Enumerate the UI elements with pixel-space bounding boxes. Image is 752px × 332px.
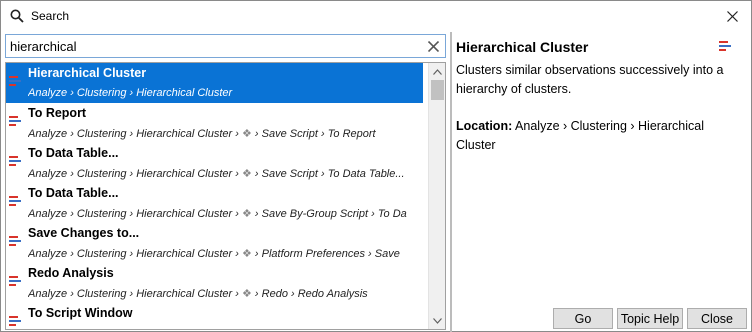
- search-icon: [10, 9, 24, 23]
- platform-icon: [9, 276, 21, 286]
- platform-icon: [9, 316, 21, 326]
- platform-icon: [9, 236, 21, 246]
- result-path: Analyze › Clustering › Hierarchical Clus…: [28, 168, 405, 180]
- result-item[interactable]: To Data Table... Analyze › Clustering › H…: [6, 143, 423, 183]
- pane-splitter[interactable]: [450, 32, 452, 332]
- platform-icon: [719, 41, 731, 51]
- result-title: Redo Analysis: [28, 266, 114, 280]
- search-box: [5, 34, 446, 58]
- platform-icon: [9, 156, 21, 166]
- result-item[interactable]: Save Changes to... Analyze › Clustering ›…: [6, 223, 423, 263]
- result-item[interactable]: Redo Analysis Analyze › Clustering › Hier…: [6, 263, 423, 303]
- result-title: To Data Table...: [28, 186, 119, 200]
- result-title: To Script Window: [28, 306, 133, 320]
- platform-icon: [9, 196, 21, 206]
- close-icon: [726, 10, 738, 22]
- red-triangle-menu-icon: ❖: [242, 128, 252, 140]
- result-title: To Data Table...: [28, 146, 119, 160]
- result-title: Save Changes to...: [28, 226, 140, 240]
- result-path: Analyze › Clustering › Hierarchical Clus…: [28, 208, 407, 220]
- results-list[interactable]: Hierarchical Cluster Analyze › Clustering…: [5, 62, 446, 330]
- red-triangle-menu-icon: ❖: [242, 248, 252, 260]
- red-triangle-menu-icon: ❖: [242, 168, 252, 180]
- result-item[interactable]: To Script Window: [6, 303, 423, 329]
- title-bar: Search: [1, 1, 751, 31]
- result-title: Hierarchical Cluster: [28, 66, 147, 80]
- detail-pane: Hierarchical Cluster Clusters similar ob…: [453, 32, 751, 330]
- clear-icon: [427, 40, 439, 52]
- chevron-down-icon: [433, 317, 442, 324]
- results-pane: Hierarchical Cluster Analyze › Clustering…: [5, 34, 448, 330]
- go-button[interactable]: Go: [553, 308, 613, 329]
- result-path: Analyze › Clustering › Hierarchical Clus…: [28, 288, 368, 300]
- results-scrollbar[interactable]: [428, 63, 445, 329]
- search-input[interactable]: [10, 37, 420, 55]
- result-item[interactable]: To Report Analyze › Clustering › Hierarch…: [6, 103, 423, 143]
- scroll-thumb[interactable]: [431, 80, 444, 100]
- topic-help-button[interactable]: Topic Help: [617, 308, 683, 329]
- detail-location: Location: Analyze › Clustering › Hierarc…: [456, 117, 736, 155]
- result-item[interactable]: To Data Table... Analyze › Clustering › H…: [6, 183, 423, 223]
- detail-title: Hierarchical Cluster: [456, 39, 589, 55]
- result-path: Analyze › Clustering › Hierarchical Clus…: [28, 87, 233, 99]
- platform-icon: [9, 76, 21, 86]
- scroll-up-button[interactable]: [429, 63, 445, 80]
- close-button[interactable]: Close: [687, 308, 747, 329]
- red-triangle-menu-icon: ❖: [242, 208, 252, 220]
- clear-search-button[interactable]: [425, 38, 441, 54]
- search-window: Search Hierarchical Cluster Analyze › Clu…: [0, 0, 752, 332]
- red-triangle-menu-icon: ❖: [242, 288, 252, 300]
- result-item[interactable]: Hierarchical Cluster Analyze › Clustering…: [6, 63, 423, 103]
- location-label: Location:: [456, 119, 513, 133]
- window-close-button[interactable]: [721, 5, 743, 27]
- result-title: To Report: [28, 106, 87, 120]
- result-path: Analyze › Clustering › Hierarchical Clus…: [28, 128, 376, 140]
- chevron-up-icon: [433, 68, 442, 75]
- result-path: Analyze › Clustering › Hierarchical Clus…: [28, 248, 400, 260]
- scroll-down-button[interactable]: [429, 312, 445, 329]
- window-title: Search: [31, 9, 70, 23]
- detail-description: Clusters similar observations successive…: [456, 63, 724, 96]
- platform-icon: [9, 116, 21, 126]
